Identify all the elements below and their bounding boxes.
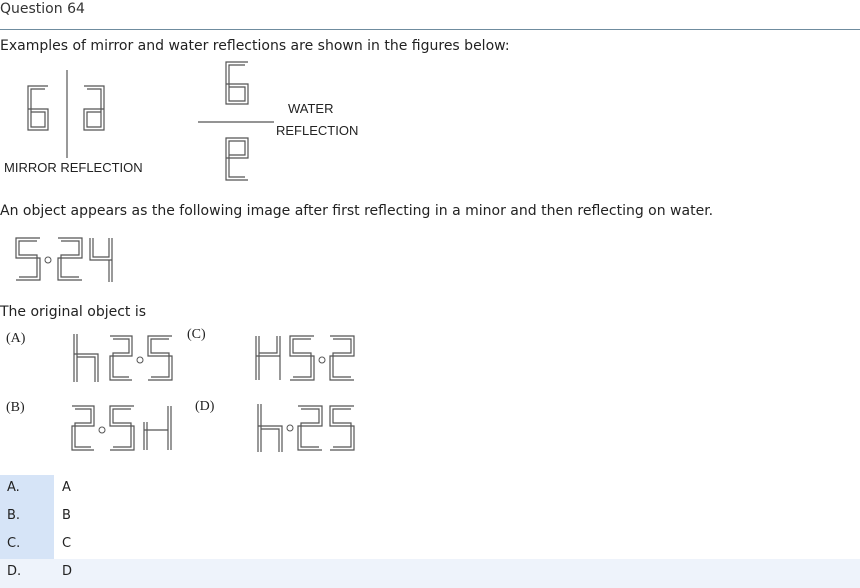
option-value-b[interactable]: B <box>62 508 71 523</box>
figure-label-b: (B) <box>6 400 25 415</box>
mirror-reflection-label: MIRROR REFLECTION <box>4 160 143 175</box>
water-reflection-figure <box>198 61 274 181</box>
option-row-c[interactable]: C. C <box>0 531 860 559</box>
option-key-c[interactable]: C. <box>0 531 54 559</box>
prompt-text: An object appears as the following image… <box>0 203 714 219</box>
option-value-a[interactable]: A <box>62 480 71 495</box>
option-key-label: A. <box>7 480 20 495</box>
option-key-label: B. <box>7 508 21 523</box>
reflected-image-figure <box>15 237 113 282</box>
figure-label-c: (C) <box>187 327 206 342</box>
option-key-label: D. <box>7 564 22 579</box>
option-key-b[interactable]: B. <box>0 503 54 531</box>
title-divider <box>0 29 860 30</box>
option-row-b[interactable]: B. B <box>0 503 860 531</box>
figure-a-digits <box>73 334 173 382</box>
option-key-d[interactable]: D. <box>0 559 54 587</box>
option-value-d[interactable]: D <box>62 564 72 579</box>
intro-text: Examples of mirror and water reflections… <box>0 38 510 54</box>
figure-d-digits <box>257 404 355 452</box>
figure-c-digits <box>255 335 355 381</box>
option-key-label: C. <box>7 536 21 551</box>
figure-label-d: (D) <box>195 399 215 414</box>
option-row-a[interactable]: A. A <box>0 475 860 503</box>
mirror-reflection-figure <box>27 70 105 158</box>
figure-b-digits <box>71 405 172 451</box>
original-object-label: The original object is <box>0 304 147 320</box>
water-label-line1: WATER <box>288 101 334 116</box>
question-title: Question 64 <box>0 1 85 17</box>
option-key-a[interactable]: A. <box>0 475 54 503</box>
option-row-d[interactable]: D. D <box>0 559 860 588</box>
figure-label-a: (A) <box>6 331 26 346</box>
option-value-c[interactable]: C <box>62 536 71 551</box>
water-label-line2: REFLECTION <box>276 123 359 138</box>
